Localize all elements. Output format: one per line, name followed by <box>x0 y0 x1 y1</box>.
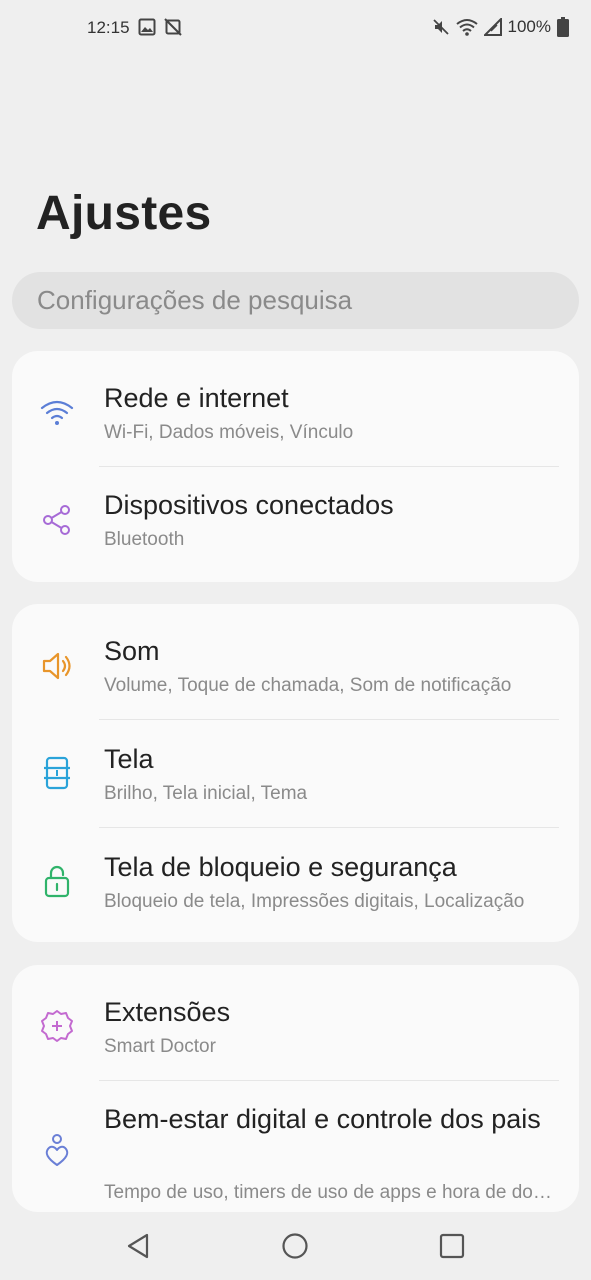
battery-icon <box>557 17 569 37</box>
wellbeing-icon <box>40 1133 74 1167</box>
settings-item-subtitle: Tempo de uso, timers de uso de apps e ho… <box>104 1182 554 1203</box>
settings-item-subtitle: Smart Doctor <box>104 1036 216 1057</box>
wifi-icon <box>455 18 478 36</box>
settings-item-title: Tela de bloqueio e segurança <box>104 852 457 882</box>
wifi-icon <box>40 396 74 430</box>
settings-group-extras: Extensões Smart Doctor Bem-estar digital… <box>12 965 579 1212</box>
settings-item-subtitle: Brilho, Tela inicial, Tema <box>104 783 308 804</box>
status-right: 100% <box>432 17 569 37</box>
settings-item-title: Bem-estar digital e controle dos pais <box>104 1104 541 1134</box>
settings-item-title: Dispositivos conectados <box>104 490 394 520</box>
page-title: Ajustes <box>36 187 212 240</box>
settings-item-connected-devices[interactable]: Dispositivos conectados Bluetooth <box>12 467 579 582</box>
extension-gear-icon <box>40 1009 74 1043</box>
image-icon <box>138 18 156 36</box>
settings-item-extensions[interactable]: Extensões Smart Doctor <box>12 965 579 1080</box>
settings-item-title: Rede e internet <box>104 383 289 413</box>
back-icon[interactable] <box>122 1230 154 1262</box>
signal-icon <box>483 18 502 36</box>
settings-item-subtitle: Bloqueio de tela, Impressões digitais, L… <box>104 891 525 912</box>
settings-item-title: Extensões <box>104 997 231 1027</box>
settings-item-subtitle: Volume, Toque de chamada, Som de notific… <box>104 675 512 696</box>
settings-item-network[interactable]: Rede e internet Wi-Fi, Dados móveis, Vín… <box>12 351 579 466</box>
settings-item-display[interactable]: Tela Brilho, Tela inicial, Tema <box>12 720 579 827</box>
settings-item-lock-security[interactable]: Tela de bloqueio e segurança Bloqueio de… <box>12 828 579 942</box>
battery-text: 100% <box>507 17 551 36</box>
lock-icon <box>40 864 74 898</box>
share-icon <box>40 503 74 537</box>
mute-icon <box>432 18 450 36</box>
search-input[interactable]: Configurações de pesquisa <box>12 272 579 329</box>
settings-item-digital-wellbeing[interactable]: Bem-estar digital e controle dos pais Te… <box>12 1081 579 1212</box>
settings-item-title: Som <box>104 636 160 666</box>
no-sync-icon <box>164 18 182 36</box>
settings-group-device: Som Volume, Toque de chamada, Som de not… <box>12 604 579 942</box>
settings-item-sound[interactable]: Som Volume, Toque de chamada, Som de not… <box>12 604 579 719</box>
status-left-icons <box>138 18 182 36</box>
search-placeholder: Configurações de pesquisa <box>37 285 353 315</box>
settings-item-title: Tela <box>104 744 154 774</box>
status-bar: 12:15 100% <box>0 0 591 58</box>
home-icon[interactable] <box>279 1230 311 1262</box>
status-time: 12:15 <box>87 18 130 37</box>
recents-icon[interactable] <box>436 1230 468 1262</box>
navigation-bar <box>0 1212 591 1280</box>
settings-item-subtitle: Wi-Fi, Dados móveis, Vínculo <box>104 422 354 443</box>
settings-group-connections: Rede e internet Wi-Fi, Dados móveis, Vín… <box>12 351 579 582</box>
display-icon <box>40 756 74 790</box>
speaker-icon <box>40 649 74 683</box>
settings-item-subtitle: Bluetooth <box>104 529 185 550</box>
